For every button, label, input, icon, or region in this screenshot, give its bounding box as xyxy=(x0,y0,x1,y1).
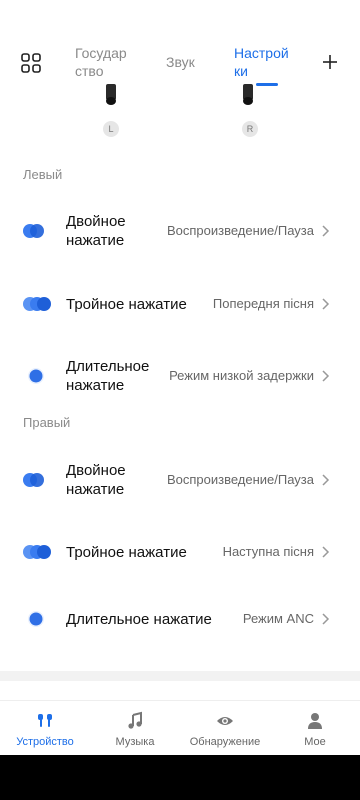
row-value: Режим низкой задержки xyxy=(169,368,314,383)
chevron-right-icon xyxy=(322,546,330,558)
chevron-right-icon xyxy=(322,370,330,382)
tab-settings-line2: ки xyxy=(234,63,248,79)
row-title: Длительное нажатие xyxy=(66,357,149,395)
plus-icon[interactable] xyxy=(320,52,340,72)
right-earbud-label: R xyxy=(242,121,258,137)
row-value: Попередня пісня xyxy=(212,296,314,311)
left-section-label: Левый xyxy=(23,167,63,182)
right-earbud-icon xyxy=(243,84,253,105)
tab-settings-line1: Настрой xyxy=(234,45,289,61)
row-value: Воспроизведение/Пауза xyxy=(166,472,314,487)
right-long-press-row[interactable]: Длительное нажатие Режим ANC xyxy=(0,589,360,649)
nav-profile-label: Мое xyxy=(304,736,326,748)
left-long-press-row[interactable]: Длительное нажатие Режим низкой задержки xyxy=(0,346,360,406)
nav-discover[interactable]: Обнаружение xyxy=(180,701,270,756)
chevron-right-icon xyxy=(322,298,330,310)
nav-profile[interactable]: Мое xyxy=(270,701,360,756)
row-value: Воспроизведение/Пауза xyxy=(166,223,314,238)
tab-status-line2: ство xyxy=(75,63,104,79)
grid-icon[interactable] xyxy=(20,52,42,74)
row-title: Двойное нажатие xyxy=(66,461,126,499)
row-title: Двойное нажатие xyxy=(66,212,126,250)
music-note-icon xyxy=(128,711,142,729)
top-tab-bar: Государ ство Звук Настрой ки xyxy=(0,30,360,90)
row-title-line2: нажатие xyxy=(66,232,125,249)
row-title: Тройное нажатие xyxy=(66,296,187,313)
right-triple-tap-row[interactable]: Тройное нажатие Наступна пісня xyxy=(0,522,360,582)
row-title-line1: Двойное xyxy=(66,462,126,479)
double-tap-icon xyxy=(23,224,44,238)
left-double-tap-row[interactable]: Двойное нажатие Воспроизведение/Пауза xyxy=(0,201,360,261)
right-section-label: Правый xyxy=(23,415,71,430)
chevron-right-icon xyxy=(322,225,330,237)
triple-tap-icon xyxy=(23,545,51,559)
left-triple-tap-row[interactable]: Тройное нажатие Попередня пісня xyxy=(0,274,360,334)
section-divider xyxy=(0,671,360,681)
row-value: Режим ANC xyxy=(242,611,314,626)
right-double-tap-row[interactable]: Двойное нажатие Воспроизведение/Пауза xyxy=(0,450,360,510)
earbuds-icon xyxy=(38,714,52,727)
eye-icon xyxy=(217,717,233,725)
tab-sound[interactable]: Звук xyxy=(166,53,195,71)
double-tap-icon xyxy=(23,473,44,487)
bottom-navigation: Устройство Музыка Обнаружение Мое xyxy=(0,700,360,755)
long-press-icon xyxy=(28,368,44,384)
long-press-icon xyxy=(28,611,44,627)
row-title-line2: нажатие xyxy=(66,377,125,394)
chevron-right-icon xyxy=(322,613,330,625)
row-value: Наступна пісня xyxy=(222,544,314,559)
triple-tap-icon xyxy=(23,297,51,311)
tab-settings[interactable]: Настрой ки xyxy=(234,44,289,80)
row-title: Длительное нажатие xyxy=(66,611,212,628)
row-title-line1: Двойное xyxy=(66,213,126,230)
settings-screen: Государ ство Звук Настрой ки L R Левый Д… xyxy=(0,0,360,755)
tab-status-line1: Государ xyxy=(75,45,127,61)
row-title-line1: Длительное xyxy=(66,358,150,375)
tab-status[interactable]: Государ ство xyxy=(75,44,127,80)
nav-discover-label: Обнаружение xyxy=(189,736,261,748)
row-title-line2: нажатие xyxy=(66,481,125,498)
system-navigation-bar xyxy=(0,755,360,800)
nav-device[interactable]: Устройство xyxy=(0,701,90,756)
nav-device-label: Устройство xyxy=(16,736,74,748)
nav-music-label: Музыка xyxy=(115,736,155,748)
active-tab-indicator xyxy=(256,83,278,86)
nav-music[interactable]: Музыка xyxy=(90,701,180,756)
row-title: Тройное нажатие xyxy=(66,544,187,561)
person-icon xyxy=(308,713,322,729)
left-earbud-icon xyxy=(106,84,116,105)
chevron-right-icon xyxy=(322,474,330,486)
left-earbud-label: L xyxy=(103,121,119,137)
